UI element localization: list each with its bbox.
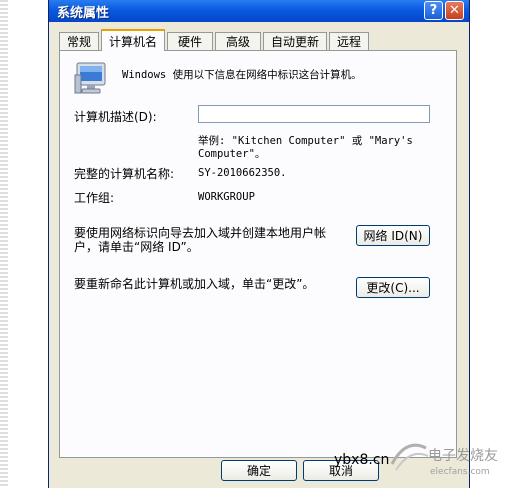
window-title: 系统属性 <box>57 6 110 21</box>
description-label: 计算机描述(D): <box>74 110 157 124</box>
intro-text: Windows 使用以下信息在网络中标识这台计算机。 <box>122 69 362 81</box>
tab-general[interactable]: 常规 <box>59 32 99 50</box>
tab-hardware[interactable]: 硬件 <box>167 32 213 50</box>
full-name-value: SY-2010662350. <box>198 167 287 179</box>
network-id-description-2: 户，请单击“网络 ID”。 <box>74 240 199 254</box>
workgroup-label: 工作组: <box>74 191 115 205</box>
rename-description: 要重新命名此计算机或加入域，单击“更改”。 <box>74 277 315 291</box>
full-name-label: 完整的计算机名称: <box>74 167 175 181</box>
tab-computer-name[interactable]: 计算机名 <box>101 29 165 51</box>
title-bar[interactable]: 系统属性 ? ✕ <box>49 0 469 22</box>
help-button[interactable]: ? <box>424 1 443 20</box>
close-button[interactable]: ✕ <box>445 1 464 20</box>
computer-description-input[interactable] <box>198 105 430 123</box>
system-properties-window: 系统属性 ? ✕ 常规 计算机名 硬件 高级 自动更新 远程 Windows 使… <box>48 0 470 488</box>
tab-automatic-updates[interactable]: 自动更新 <box>263 32 327 50</box>
watermark-logo-sub: elecfans.com <box>430 467 490 477</box>
watermark-site: ybx8.cn <box>334 452 390 468</box>
workgroup-value: WORKGROUP <box>198 191 255 203</box>
ok-button[interactable]: 确定 <box>221 460 297 481</box>
tab-remote[interactable]: 远程 <box>329 32 369 50</box>
tab-advanced[interactable]: 高级 <box>215 32 261 50</box>
change-button[interactable]: 更改(C)... <box>356 277 430 298</box>
network-id-button[interactable]: 网络 ID(N) <box>356 225 430 246</box>
computer-name-panel: Windows 使用以下信息在网络中标识这台计算机。 计算机描述(D): 举例:… <box>59 50 457 458</box>
watermark-logo-text: 电子发烧友 <box>428 448 498 464</box>
elecfans-logo-icon: 电子发烧友 elecfans.com <box>390 443 498 477</box>
page-left-border <box>0 0 8 488</box>
computer-monitor-icon <box>74 62 106 94</box>
example-line-2: Computer"。 <box>198 148 266 160</box>
